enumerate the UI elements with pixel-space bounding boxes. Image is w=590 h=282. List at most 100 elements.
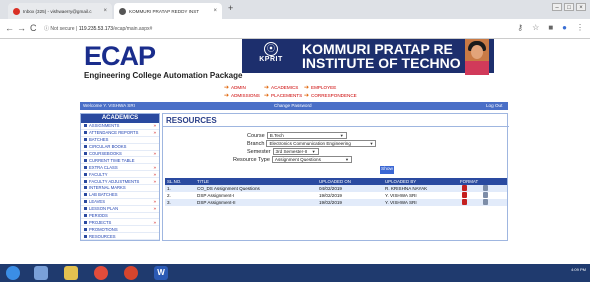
tab-kprit[interactable]: KOMMURI PRATAP REDDY INST × — [114, 3, 222, 19]
explorer-icon[interactable] — [34, 266, 48, 280]
more-icon: » — [153, 206, 156, 212]
media-icon[interactable] — [124, 266, 138, 280]
sidebar-item[interactable]: COURSEBOOKS » — [81, 151, 159, 158]
cell-uploaded-by: Y. VISHWA SRI — [385, 193, 417, 198]
window-controls: – □ × — [552, 3, 586, 11]
sidebar-item-label: PROMOTIONS — [89, 226, 118, 232]
table-header: SL.NO. TITLE UPLOADED ON UPLOADED BY FOR… — [165, 178, 507, 185]
resource-type-row: Resource Type Assignment Questions ▼ — [233, 156, 352, 163]
semester-select[interactable]: 3rd Semester-II ▼ — [272, 148, 319, 155]
sidebar-item[interactable]: INTERNAL MARKS — [81, 185, 159, 192]
sidebar-item[interactable]: LEAVES » — [81, 199, 159, 206]
sidebar-item[interactable]: ATTENDANCE REPORTS » — [81, 130, 159, 137]
chrome-icon[interactable] — [94, 266, 108, 280]
delete-icon[interactable] — [483, 185, 488, 191]
close-icon[interactable]: × — [213, 8, 217, 14]
menu-admin[interactable]: ➔ ADMIN — [224, 84, 246, 91]
new-tab-button[interactable]: + — [228, 3, 233, 13]
chevron-down-icon: ▼ — [369, 141, 374, 146]
more-icon: » — [153, 219, 156, 225]
sidebar-item[interactable]: FACULTY ADJUSTMENTS » — [81, 178, 159, 186]
sidebar-item-label: EXTRA CLASS — [89, 164, 118, 170]
extension-icon[interactable]: ■ — [548, 23, 553, 32]
delete-icon[interactable] — [483, 199, 488, 205]
pdf-icon[interactable] — [462, 192, 467, 198]
bullet-icon — [84, 138, 87, 142]
bullet-icon — [84, 172, 87, 176]
course-select[interactable]: B.Tech ▼ — [266, 132, 347, 139]
pdf-icon[interactable] — [462, 185, 467, 191]
sidebar-item[interactable]: RESOURCES — [81, 233, 159, 241]
forward-icon[interactable]: → — [17, 23, 26, 33]
url-field[interactable]: ⓘ Not secure | 119.235.53.173/ecap/main.… — [44, 25, 152, 32]
start-icon[interactable] — [6, 266, 20, 280]
star-icon[interactable]: ☆ — [532, 23, 539, 32]
back-icon[interactable]: ← — [5, 23, 14, 33]
ecap-logo: ECAP — [84, 41, 156, 71]
word-icon[interactable]: W — [154, 266, 168, 280]
maximize-icon[interactable]: □ — [564, 3, 574, 11]
globe-icon — [119, 7, 126, 15]
menu-admissions[interactable]: ➔ ADMISSIONS — [224, 92, 260, 99]
semester-row: Semester 3rd Semester-II ▼ — [247, 148, 319, 155]
reload-icon[interactable]: C — [30, 23, 37, 33]
sidebar-item[interactable]: LESSON PLAN » — [81, 206, 159, 213]
arrow-icon: ➔ — [304, 93, 310, 99]
sidebar-item-label: CURRENT TIME TABLE — [89, 157, 135, 163]
cell-sl: 2. — [167, 193, 171, 198]
sidebar-item-label: LESSON PLAN — [89, 206, 119, 212]
minimize-icon[interactable]: – — [552, 3, 562, 11]
tab-inbox[interactable]: Inbox (325) - vishwaerry@gmail.c × — [8, 3, 112, 19]
sidebar-item[interactable]: ASSIGNMENTS » — [81, 123, 159, 130]
menu-placements[interactable]: ➔ PLACEMENTS — [264, 92, 302, 99]
security-label: Not secure — [50, 26, 75, 32]
sidebar-item[interactable]: EXTRA CLASS » — [81, 164, 159, 172]
bullet-icon — [84, 220, 87, 224]
sidebar-item-label: ASSIGNMENTS — [89, 123, 120, 129]
sidebar-item[interactable]: BATCHES — [81, 137, 159, 144]
delete-icon[interactable] — [483, 192, 488, 198]
folder-icon[interactable] — [64, 266, 78, 280]
bullet-icon — [84, 214, 87, 218]
bullet-icon — [84, 124, 87, 128]
bullet-icon — [84, 165, 87, 169]
close-icon[interactable]: × — [103, 8, 107, 14]
sidebar-item-label: LAB BATCHES — [89, 192, 118, 198]
change-password-link[interactable]: Change Password — [274, 103, 312, 108]
table-row: 3. DSP Assignment-II 19/02/2019 Y. VISHWA S… — [165, 199, 507, 206]
sidebar-item-label: CIRCULAR BOOKS — [89, 144, 127, 150]
semester-label: Semester — [247, 148, 271, 155]
sidebar-item[interactable]: PROJECTS » — [81, 219, 159, 227]
branch-select[interactable]: Electronics Communication Engineering ▼ — [266, 140, 377, 147]
sidebar-item[interactable]: PERIODS — [81, 213, 159, 220]
cell-uploaded-by: R. KRISHNA NAYAK — [385, 186, 428, 191]
menu-icon[interactable]: ⋮ — [576, 23, 584, 32]
bullet-icon — [84, 207, 87, 211]
profile-icon[interactable]: ● — [562, 23, 567, 32]
sidebar: ACADEMICS ASSIGNMENTS» ATTENDANCE REPORTS… — [80, 113, 160, 241]
url-path: /ecap/main.aspx# — [113, 26, 153, 32]
chevron-down-icon: ▼ — [339, 133, 344, 138]
key-icon[interactable]: ⚷ — [517, 23, 523, 32]
arrow-icon: ➔ — [264, 93, 270, 99]
cell-sl: 3. — [167, 200, 171, 205]
more-icon: » — [153, 130, 156, 136]
close-window-icon[interactable]: × — [576, 3, 586, 11]
logout-link[interactable]: Log Out — [486, 103, 502, 108]
sidebar-item[interactable]: CIRCULAR BOOKS — [81, 144, 159, 151]
menu-employee[interactable]: ➔ EMPLOYEE — [304, 84, 336, 91]
sidebar-item[interactable]: FACULTY » — [81, 171, 159, 179]
arrow-icon: ➔ — [224, 85, 230, 91]
resources-table: SL.NO. TITLE UPLOADED ON UPLOADED BY FOR… — [165, 178, 507, 206]
show-button[interactable]: Show — [380, 166, 394, 174]
resource-type-select[interactable]: Assignment Questions ▼ — [271, 156, 352, 163]
sidebar-item[interactable]: PROMOTIONS — [81, 226, 159, 234]
menu-correspondence[interactable]: ➔ CORRESPONDENCE — [304, 92, 357, 99]
menu-academics[interactable]: ➔ ACADEMICS — [264, 84, 298, 91]
pdf-icon[interactable] — [462, 199, 467, 205]
sidebar-item-label: COURSEBOOKS — [89, 151, 122, 156]
sidebar-item[interactable]: CURRENT TIME TABLE — [81, 157, 159, 165]
more-icon: » — [153, 171, 156, 177]
sidebar-item-label: FACULTY ADJUSTMENTS — [89, 178, 140, 184]
sidebar-item[interactable]: LAB BATCHES — [81, 192, 159, 199]
